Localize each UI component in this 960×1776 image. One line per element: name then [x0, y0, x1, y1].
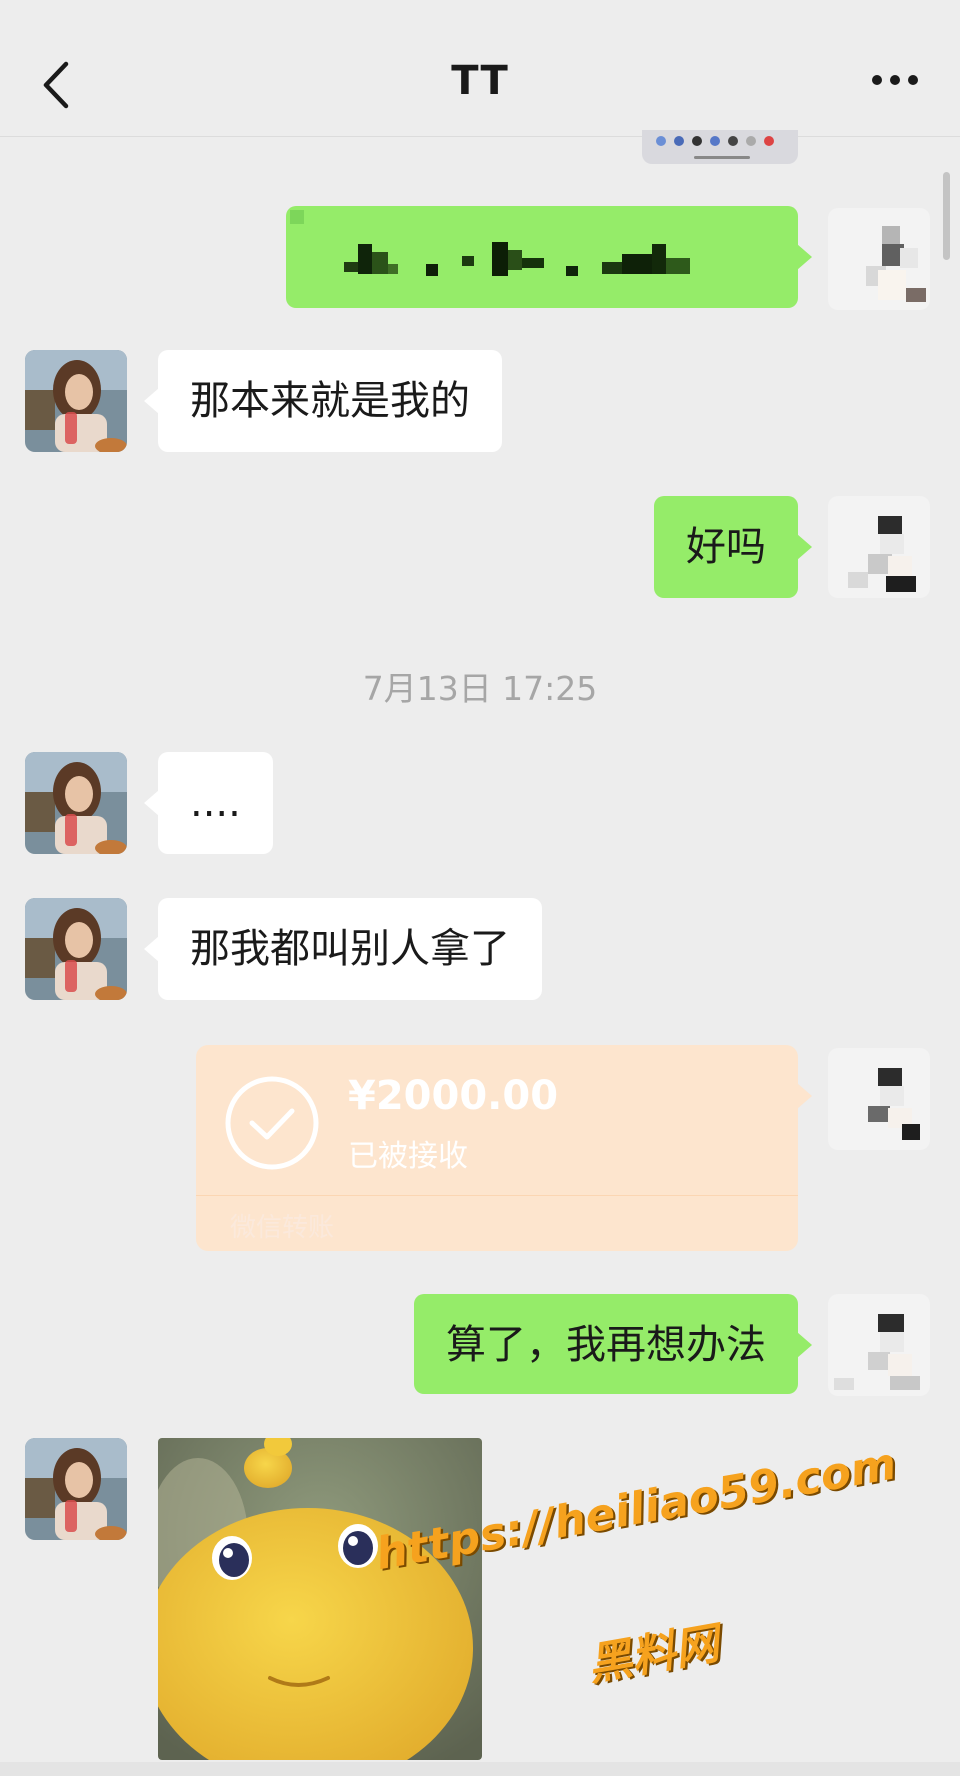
avatar-contact[interactable] [25, 898, 127, 1000]
woman-portrait-icon [25, 1438, 127, 1540]
woman-portrait-icon [25, 752, 127, 854]
avatar-self[interactable] [828, 1048, 930, 1150]
transfer-divider [196, 1195, 798, 1196]
scrollbar[interactable] [943, 172, 950, 260]
avatar-contact[interactable] [25, 350, 127, 452]
message-bubble-outgoing[interactable] [286, 206, 812, 308]
previous-message-fragment [642, 130, 798, 164]
woman-portrait-icon [25, 898, 127, 1000]
avatar-contact[interactable] [25, 752, 127, 854]
message-timestamp: 7月13日 17:25 [362, 669, 598, 708]
avatar-self[interactable] [828, 208, 930, 310]
message-bubble-incoming[interactable]: .... [144, 752, 273, 854]
chat-header: TT [0, 0, 960, 137]
blurred-avatar-icon [828, 1294, 930, 1396]
message-bubble-incoming[interactable]: 那本来就是我的 [144, 350, 502, 452]
check-circle-icon [225, 1076, 319, 1170]
yellow-dinosaur-sticker-icon [158, 1438, 482, 1760]
message-bubble-outgoing[interactable]: 算了，我再想办法 [414, 1294, 812, 1394]
bottom-edge [0, 1762, 960, 1776]
ellipsis-icon[interactable] [870, 70, 920, 90]
transfer-status: 已被接收 [348, 1139, 468, 1174]
avatar-self[interactable] [828, 496, 930, 598]
blurred-avatar-icon [828, 1048, 930, 1150]
sticker-message[interactable] [158, 1438, 482, 1760]
message-bubble-incoming[interactable]: 那我都叫别人拿了 [144, 898, 542, 1000]
blurred-avatar-icon [828, 496, 930, 598]
woman-portrait-icon [25, 350, 127, 452]
transfer-amount: ¥2000.00 [348, 1073, 559, 1119]
message-bubble-outgoing[interactable]: 好吗 [654, 496, 812, 598]
avatar-contact[interactable] [25, 1438, 127, 1540]
transfer-card-accepted[interactable]: ¥2000.00 已被接收 微信转账 [196, 1045, 812, 1251]
transfer-label: 微信转账 [230, 1213, 335, 1243]
blurred-avatar-icon [828, 208, 930, 310]
chat-title: TT [451, 58, 509, 104]
watermark-text: 黑料网 [583, 1617, 723, 1692]
avatar-self[interactable] [828, 1294, 930, 1396]
pixelated-text [290, 210, 690, 276]
